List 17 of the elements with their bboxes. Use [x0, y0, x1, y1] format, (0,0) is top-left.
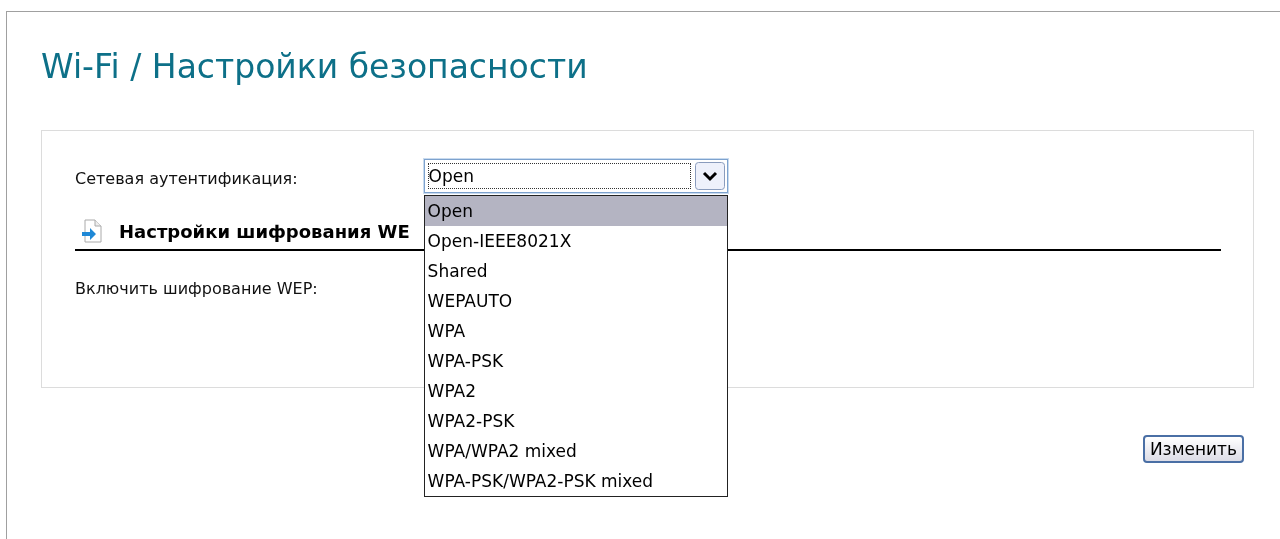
dropdown-option[interactable]: WPA2-PSK — [424, 406, 727, 436]
dropdown-option[interactable]: WPA-PSK — [424, 346, 727, 376]
field-label: Включить шифрование WEP: — [75, 279, 319, 299]
dropdown-option[interactable]: Shared — [424, 256, 727, 286]
document-arrow-icon — [81, 219, 103, 243]
dropdown-option[interactable]: Open — [424, 196, 727, 226]
dropdown-option[interactable]: WEPAUTO — [424, 286, 727, 316]
field-label: Сетевая аутентификация: — [75, 169, 298, 189]
apply-button[interactable]: Изменить — [1142, 435, 1244, 463]
page-title: Wi-Fi / Настройки безопасности — [41, 46, 589, 88]
section-heading: Настройки шифрования WE — [119, 220, 410, 242]
dropdown-option[interactable]: WPA — [424, 316, 727, 346]
dropdown-option[interactable]: WPA-PSK/WPA2-PSK mixed — [424, 466, 727, 496]
auth-select[interactable]: Open — [423, 159, 728, 193]
dropdown-option[interactable]: Open-IEEE8021X — [424, 226, 727, 256]
dropdown-option[interactable]: WPA/WPA2 mixed — [424, 436, 727, 466]
dropdown-option[interactable]: WPA2 — [424, 376, 727, 406]
